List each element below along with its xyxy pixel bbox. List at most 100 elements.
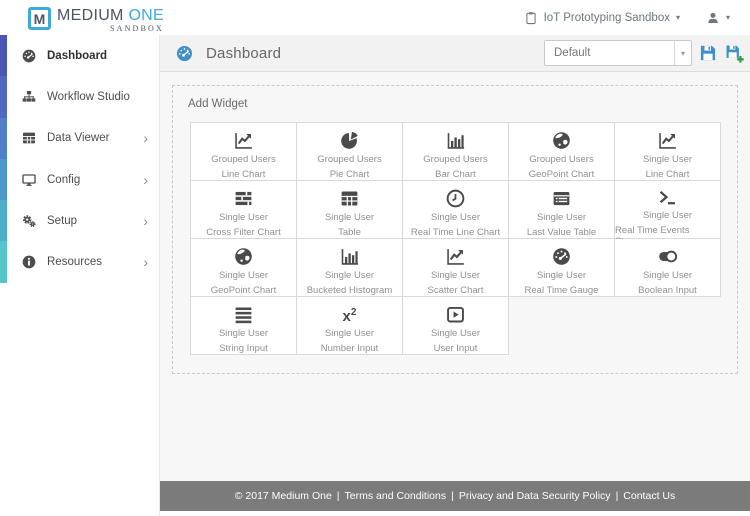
footer-link-contact-us[interactable]: Contact Us [623,490,675,502]
clock-icon [445,187,466,210]
user-icon [706,11,720,25]
app-window: M MEDIUM ONE SANDBOX IoT Prototyping San… [0,0,750,516]
brand-medium: MEDIUM [57,7,124,24]
widget-group-label: Grouped Users [211,154,276,165]
widget-group-label: Single User [218,328,269,339]
sidebar-accent-segment [0,35,7,77]
widget-group-label: Single User [642,210,693,221]
brand-one: ONE [128,7,165,24]
toggle-icon [657,245,678,268]
gauge-icon [21,48,38,64]
widget-type-label: Line Chart [645,169,690,180]
sidebar-item-workflow-studio[interactable]: Workflow Studio [0,76,159,118]
save-as-new-dashboard-button[interactable] [724,43,744,63]
widget-type-label: Number Input [320,343,379,354]
footer-separator: | [451,490,454,502]
bottom-strip [160,511,750,516]
chevron-right-icon: › [143,254,148,271]
project-selector-label: IoT Prototyping Sandbox [543,11,670,24]
sidebar-item-label: Setup [47,214,78,227]
widget-type-label: Bar Chart [435,169,476,180]
footer-separator: | [615,490,619,502]
widget-option-single-user-line-chart[interactable]: Single User Line Chart [615,123,721,181]
widget-group-label: Grouped Users [529,154,594,165]
globe-icon [551,129,572,152]
sidebar-item-dashboard[interactable]: Dashboard [0,35,159,77]
widget-type-label: Pie Chart [329,169,370,180]
widget-group-label: Single User [536,270,587,281]
widget-group-label: Single User [324,212,375,223]
widget-option-single-user-real-time-line-chart[interactable]: Single User Real Time Line Chart [403,181,509,239]
widget-group-label: Grouped Users [423,154,488,165]
sidebar-item-label: Data Viewer [47,132,110,145]
pie-chart-icon [339,129,360,152]
sidebar-item-label: Dashboard [47,49,108,62]
widget-option-single-user-number-input[interactable]: x2 Single User Number Input [297,297,403,355]
sidebar-item-label: Config [47,173,81,186]
widget-group-label: Single User [218,212,269,223]
globe-icon [233,245,254,268]
sidebar-item-resources[interactable]: Resources › [0,241,159,283]
add-widget-panel: Add Widget Grouped Users Line Chart Groupe… [172,85,738,374]
widget-option-single-user-real-time-gauge[interactable]: Single User Real Time Gauge [509,239,615,297]
toolbar-actions: Default ▾ [544,40,744,66]
sidebar-item-label: Resources [47,256,102,269]
sidebar-item-setup[interactable]: Setup › [0,200,159,242]
add-widget-title: Add Widget [188,98,248,110]
widget-group-label: Single User [430,328,481,339]
widget-option-grouped-users-bar-chart[interactable]: Grouped Users Bar Chart [403,123,509,181]
widget-type-label: Real Time Line Chart [410,227,501,238]
widget-option-single-user-real-time-events-stream[interactable]: Single UserReal Time Events Stream [615,181,721,247]
dashboard-select-value: Default [554,47,591,59]
widget-group-label: Single User [642,270,693,281]
user-menu[interactable]: ▾ [706,11,730,25]
widget-option-single-user-boolean-input[interactable]: Single User Boolean Input [615,239,721,297]
medium-one-logo[interactable]: M MEDIUM ONE SANDBOX [28,7,164,33]
widget-option-single-user-last-value-table[interactable]: Single User Last Value Table [509,181,615,239]
project-selector[interactable]: IoT Prototyping Sandbox ▾ [524,11,680,25]
widget-type-label: GeoPoint Chart [528,169,595,180]
sidebar-accent-segment [0,158,7,201]
widget-option-grouped-users-pie-chart[interactable]: Grouped Users Pie Chart [297,123,403,181]
table-icon [339,187,360,210]
tasks-icon [233,187,254,210]
sidebar-accent-segment [0,76,7,118]
widget-option-single-user-bucketed-histogram[interactable]: Single User Bucketed Histogram [297,239,403,297]
widget-type-label: User Input [433,343,478,354]
logo-text: MEDIUM ONE SANDBOX [57,7,164,33]
widget-option-grouped-users-geopoint-chart[interactable]: Grouped Users GeoPoint Chart [509,123,615,181]
widget-type-label: Table [338,227,361,238]
widget-option-single-user-cross-filter-chart[interactable]: Single User Cross Filter Chart [191,181,297,239]
widget-group-label: Single User [324,270,375,281]
bar-chart-icon [339,245,360,268]
footer-link-terms-and-conditions[interactable]: Terms and Conditions [345,490,447,502]
caret-down-icon: ▾ [674,41,691,65]
widget-option-single-user-string-input[interactable]: Single User String Input [191,297,297,355]
widget-option-single-user-user-input[interactable]: Single User User Input [403,297,509,355]
save-dashboard-button[interactable] [698,43,718,63]
sidebar-accent-segment [0,200,7,242]
widget-option-grouped-users-line-chart[interactable]: Grouped Users Line Chart [191,123,297,181]
widget-group-label: Single User [536,212,587,223]
widget-option-single-user-scatter-chart[interactable]: Single User Scatter Chart [403,239,509,297]
body-row: Dashboard Workflow Studio Data Viewer › Conf… [0,35,750,516]
chevron-right-icon: › [143,212,148,229]
dashboard-select[interactable]: Default ▾ [544,40,692,66]
sidebar-item-data-viewer[interactable]: Data Viewer › [0,117,159,159]
brand-sandbox: SANDBOX [109,24,165,33]
widget-type-label: Scatter Chart [427,285,484,296]
widget-group-label: Single User [642,154,693,165]
align-justify-icon [233,303,254,326]
bar-chart-icon [445,129,466,152]
widget-option-single-user-geopoint-chart[interactable]: Single User GeoPoint Chart [191,239,297,297]
line-chart-icon [233,129,254,152]
widget-type-label: Real Time Gauge [524,285,599,296]
footer-link-privacy-and-data-security-policy[interactable]: Privacy and Data Security Policy [459,490,611,502]
footer: © 2017 Medium One | Terms and Conditions | P… [160,481,750,511]
cogs-icon [21,213,38,229]
line-chart-icon [657,129,678,152]
sidebar-accent-segment [0,241,7,283]
chevron-right-icon: › [143,130,148,147]
sidebar-item-config[interactable]: Config › [0,158,159,201]
widget-option-single-user-table[interactable]: Single User Table [297,181,403,239]
